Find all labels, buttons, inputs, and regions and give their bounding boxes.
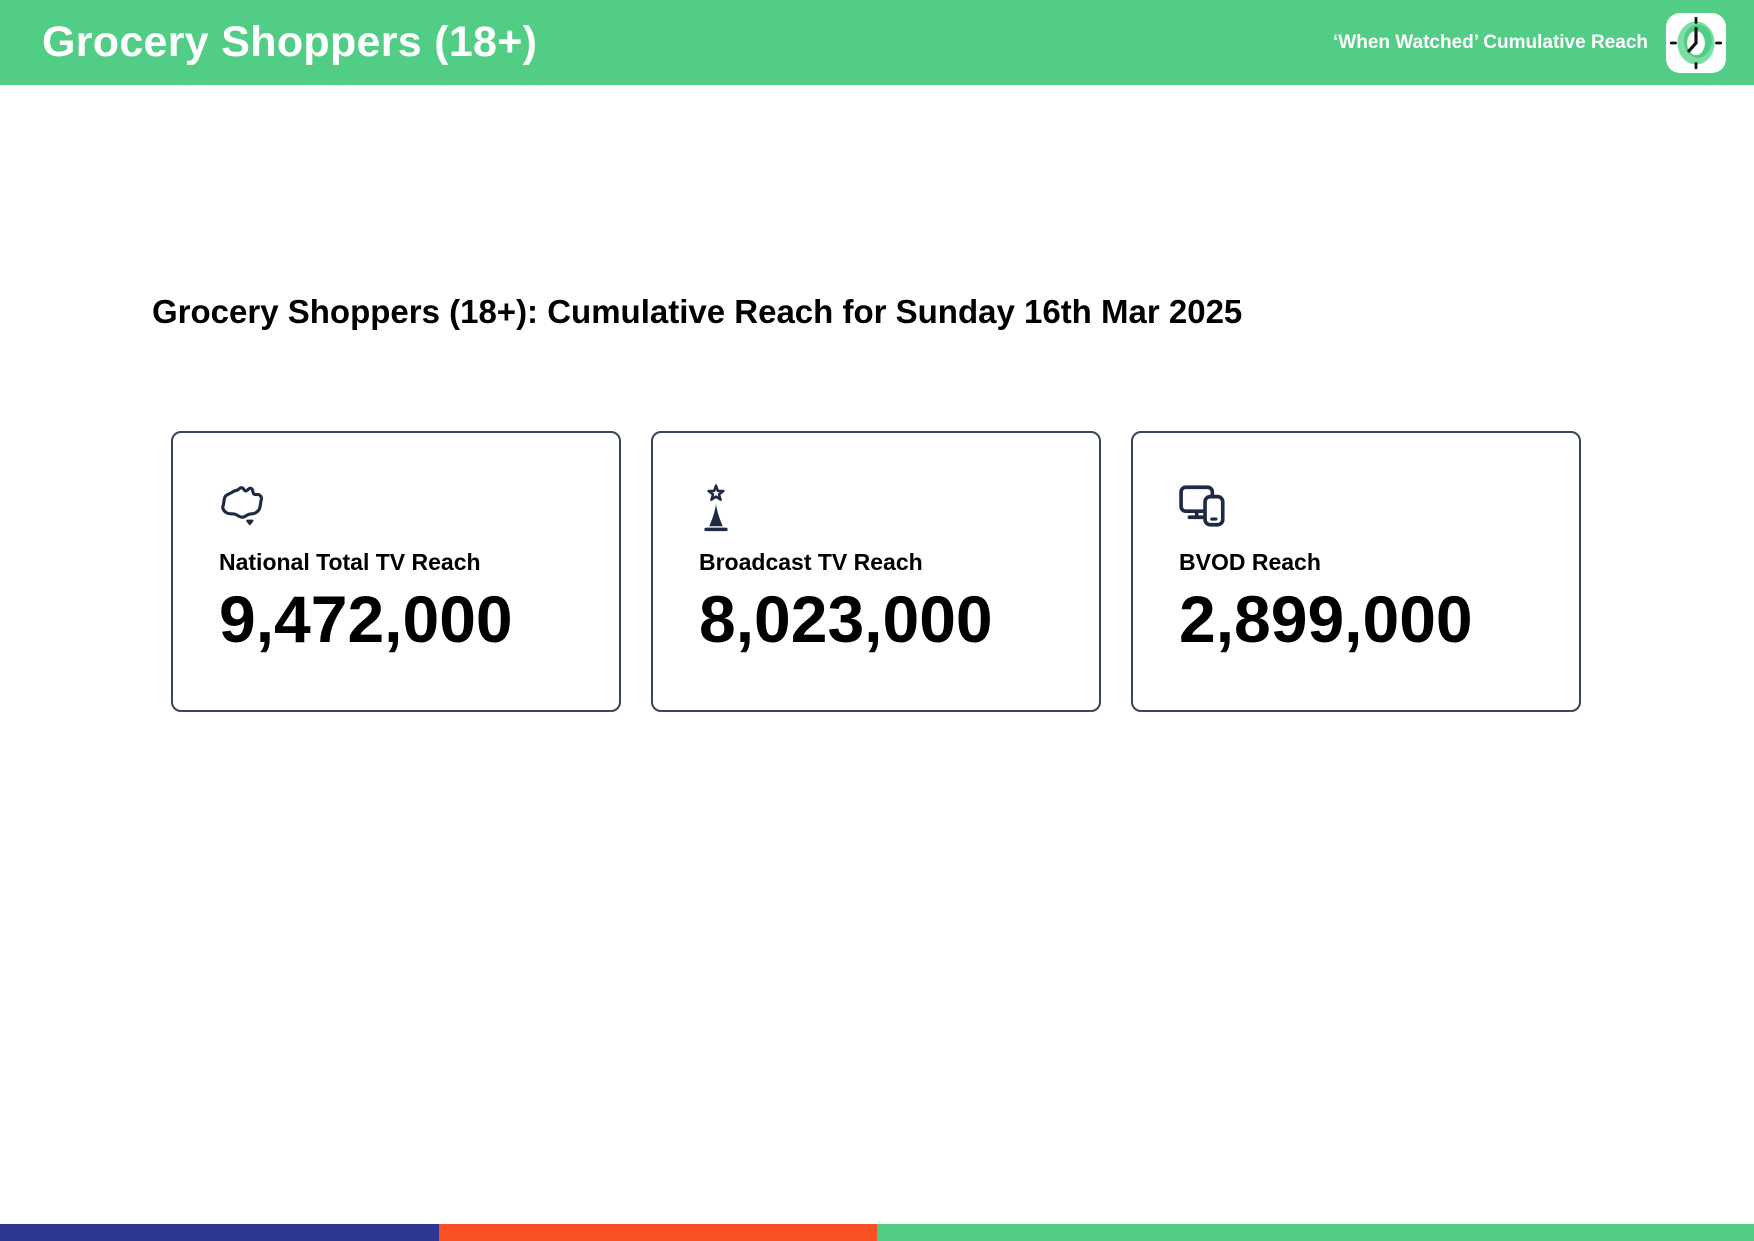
- card-label: National Total TV Reach: [219, 549, 481, 575]
- header-right-group: ‘When Watched’ Cumulative Reach: [1333, 12, 1726, 73]
- card-value: 8,023,000: [699, 581, 993, 656]
- clock-icon: [1666, 12, 1726, 73]
- footer-color-bar: [0, 1224, 1754, 1241]
- card-national-total-tv-reach: National Total TV Reach 9,472,000: [171, 431, 621, 712]
- footer-segment-orange: [438, 1224, 877, 1241]
- page-title: Grocery Shoppers (18+): [42, 18, 538, 66]
- footer-segment-blue: [0, 1224, 439, 1241]
- footer-segment-green: [877, 1224, 1754, 1241]
- kpi-cards: National Total TV Reach 9,472,000 Broadc…: [171, 431, 1581, 712]
- card-value: 9,472,000: [219, 581, 513, 656]
- broadcast-tower-icon: [699, 483, 1079, 533]
- devices-icon: [1179, 483, 1559, 533]
- header-bar: Grocery Shoppers (18+) ‘When Watched’ Cu…: [0, 0, 1754, 85]
- card-broadcast-tv-reach: Broadcast TV Reach 8,023,000: [651, 431, 1101, 712]
- card-label: Broadcast TV Reach: [699, 549, 923, 575]
- header-caption: ‘When Watched’ Cumulative Reach: [1333, 31, 1648, 53]
- australia-map-icon: [219, 483, 599, 533]
- card-bvod-reach: BVOD Reach 2,899,000: [1131, 431, 1581, 712]
- card-value: 2,899,000: [1179, 581, 1473, 656]
- report-page: Grocery Shoppers (18+) ‘When Watched’ Cu…: [0, 0, 1754, 1241]
- card-label: BVOD Reach: [1179, 549, 1321, 575]
- report-heading: Grocery Shoppers (18+): Cumulative Reach…: [152, 293, 1243, 330]
